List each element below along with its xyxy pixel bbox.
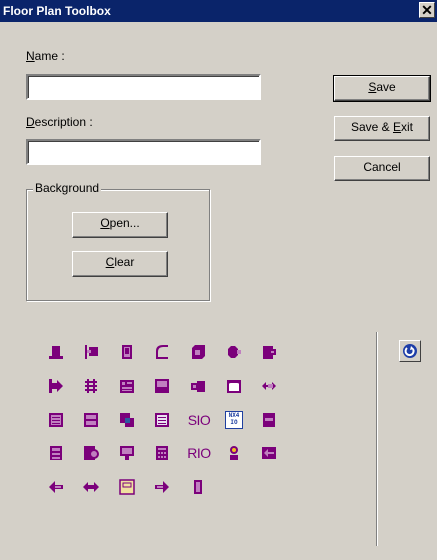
arrow-left-box-icon[interactable] bbox=[260, 444, 278, 462]
background-group-title: Background bbox=[33, 181, 102, 195]
description-input[interactable] bbox=[26, 139, 261, 165]
description-label: Description : bbox=[26, 115, 93, 129]
keypad-icon[interactable] bbox=[118, 377, 136, 395]
tag-icon[interactable] bbox=[260, 343, 278, 361]
framed-panel-icon[interactable] bbox=[118, 478, 136, 496]
clear-button[interactable]: Clear bbox=[72, 251, 168, 277]
list-box-icon[interactable] bbox=[47, 411, 65, 429]
corner-icon[interactable] bbox=[153, 343, 171, 361]
name-label: Name : bbox=[26, 49, 65, 63]
close-icon: ✕ bbox=[421, 2, 433, 18]
overlap-icon[interactable] bbox=[118, 411, 136, 429]
arrow-right-icon[interactable] bbox=[153, 478, 171, 496]
door-left-icon[interactable] bbox=[82, 343, 100, 361]
arrow-left-icon[interactable] bbox=[47, 478, 65, 496]
window-icon[interactable] bbox=[225, 377, 243, 395]
calculator-icon[interactable] bbox=[153, 444, 171, 462]
cancel-button[interactable]: Cancel bbox=[334, 156, 430, 181]
refresh-icon bbox=[403, 344, 417, 358]
name-input[interactable] bbox=[26, 74, 261, 100]
rio-text-label: RIO bbox=[187, 445, 211, 461]
list-box2-icon[interactable] bbox=[82, 411, 100, 429]
document-icon[interactable] bbox=[153, 411, 171, 429]
speaker-icon[interactable] bbox=[189, 377, 207, 395]
open-button[interactable]: Open... bbox=[72, 212, 168, 238]
double-arrow-horizontal-icon[interactable] bbox=[82, 478, 100, 496]
save-button[interactable]: Save bbox=[333, 75, 431, 102]
cube-icon[interactable] bbox=[189, 343, 207, 361]
panel-icon[interactable] bbox=[118, 343, 136, 361]
display-icon[interactable] bbox=[118, 444, 136, 462]
nx4-io-icon[interactable]: NX4 IO bbox=[225, 411, 243, 429]
sio-text-icon[interactable]: SIO bbox=[188, 411, 211, 429]
dome-icon[interactable] bbox=[47, 343, 65, 361]
background-group bbox=[26, 189, 210, 301]
window-title: Floor Plan Toolbox bbox=[3, 4, 111, 18]
save-exit-button[interactable]: Save & Exit bbox=[334, 116, 430, 141]
close-button[interactable]: ✕ bbox=[419, 2, 435, 18]
small-panel-icon[interactable] bbox=[260, 411, 278, 429]
toolbox-separator bbox=[376, 332, 378, 546]
io-label: IO bbox=[230, 419, 238, 426]
sio-text-label: SIO bbox=[187, 412, 211, 428]
monitor-icon[interactable] bbox=[153, 377, 171, 395]
nx4-label: NX4 bbox=[228, 412, 240, 419]
server-icon[interactable] bbox=[47, 444, 65, 462]
double-arrow-icon[interactable] bbox=[260, 377, 278, 395]
tall-panel-icon[interactable] bbox=[189, 478, 207, 496]
person-icon[interactable] bbox=[225, 444, 243, 462]
ladder-icon[interactable] bbox=[82, 377, 100, 395]
title-bar: Floor Plan Toolbox ✕ bbox=[0, 0, 437, 22]
rio-text-icon[interactable]: RIO bbox=[187, 444, 211, 462]
arrow-box-right-icon[interactable] bbox=[47, 377, 65, 395]
octagon-camera-icon[interactable] bbox=[225, 343, 243, 361]
refresh-button[interactable] bbox=[399, 340, 421, 362]
gear-box-icon[interactable] bbox=[82, 444, 100, 462]
